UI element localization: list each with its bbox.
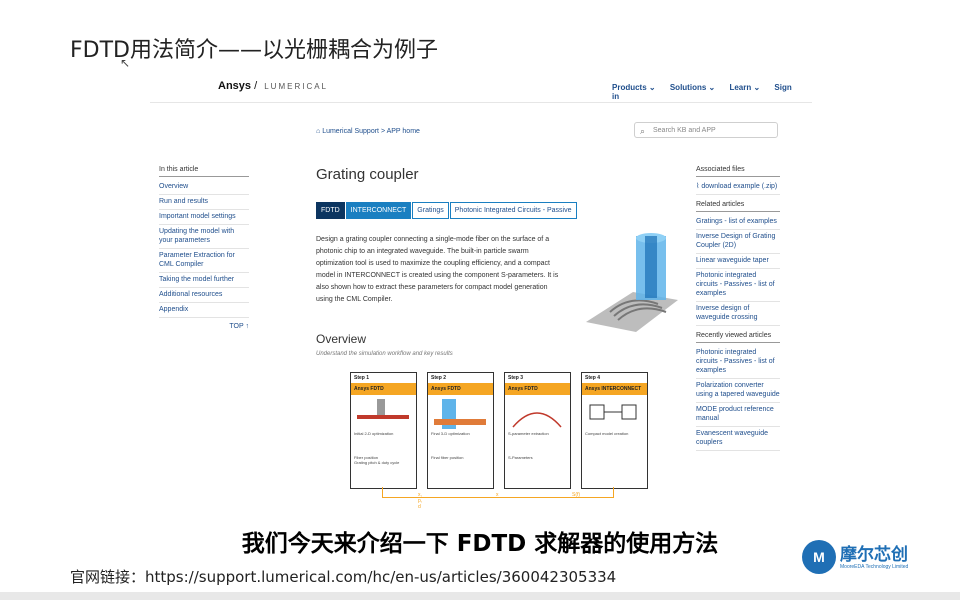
toc-item-extraction[interactable]: Parameter Extraction for CML Compiler bbox=[159, 249, 249, 273]
toc-item-run[interactable]: Run and results bbox=[159, 195, 249, 210]
browser-page: Ansys / LUMERICAL Products ⌄ Solutions ⌄… bbox=[150, 74, 812, 532]
step-caption: Compact model creation bbox=[585, 431, 629, 436]
toc-item-further[interactable]: Taking the model further bbox=[159, 273, 249, 288]
related-item[interactable]: Gratings - list of examples bbox=[696, 215, 780, 230]
step-label: Step 1 bbox=[354, 375, 370, 381]
step-caption: S-parameter extraction bbox=[508, 431, 549, 436]
related-heading: Related articles bbox=[696, 201, 780, 212]
toc-item-resources[interactable]: Additional resources bbox=[159, 288, 249, 303]
nav-solutions[interactable]: Solutions ⌄ bbox=[670, 83, 715, 92]
tag-interconnect[interactable]: INTERCONNECT bbox=[345, 202, 412, 219]
related-item[interactable]: Photonic integrated circuits - Passives … bbox=[696, 269, 780, 302]
brand-name: 摩尔芯创 bbox=[840, 545, 908, 565]
step-caption: Initial 2-D optimization bbox=[354, 431, 394, 436]
moore-eda-logo: M 摩尔芯创 MooreEDA Technology Limited bbox=[800, 536, 928, 580]
article-sidebar: Associated files ⌇ download example (.zi… bbox=[696, 166, 780, 451]
related-item[interactable]: Inverse design of waveguide crossing bbox=[696, 302, 780, 326]
step-2-thumbnail bbox=[434, 399, 486, 429]
brand-english: MooreEDA Technology Limited bbox=[840, 564, 909, 570]
video-progress-strip bbox=[0, 592, 960, 600]
logo-sub: LUMERICAL bbox=[264, 82, 329, 91]
search-input[interactable]: ⌕ Search KB and APP bbox=[634, 122, 778, 138]
brand-mark-icon: M bbox=[802, 540, 836, 574]
download-link[interactable]: ⌇ download example (.zip) bbox=[696, 180, 780, 195]
grating-coupler-illustration bbox=[586, 233, 678, 332]
workflow-label: S(f) bbox=[572, 492, 581, 498]
step-caption: Final 3-D optimization bbox=[431, 431, 470, 436]
step-label: Step 3 bbox=[508, 375, 524, 381]
recent-item[interactable]: MODE product reference manual bbox=[696, 403, 780, 427]
official-link-text: 官网链接：https://support.lumerical.com/hc/en… bbox=[70, 568, 617, 586]
breadcrumb-text[interactable]: Lumerical Support > APP home bbox=[322, 128, 420, 135]
workflow-label: x, p, d bbox=[418, 492, 423, 510]
site-nav: Products ⌄ Solutions ⌄ Learn ⌄ Sign in bbox=[612, 83, 812, 101]
related-item[interactable]: Linear waveguide taper bbox=[696, 254, 780, 269]
workflow-step-1: Step 1 Ansys FDTD Initial 2-D optimizati… bbox=[350, 372, 417, 489]
step-header: Ansys FDTD bbox=[428, 383, 493, 395]
ansys-lumerical-logo[interactable]: Ansys / LUMERICAL bbox=[218, 80, 328, 92]
fiber-core bbox=[645, 236, 657, 298]
logo-main: Ansys bbox=[218, 80, 252, 92]
step-header: Ansys FDTD bbox=[505, 383, 570, 395]
back-to-top-link[interactable]: TOP ↑ bbox=[159, 323, 249, 330]
toc-item-settings[interactable]: Important model settings bbox=[159, 210, 249, 225]
overview-subtitle: Understand the simulation workflow and k… bbox=[316, 351, 453, 357]
step-output: S-Parameters bbox=[508, 455, 533, 460]
article-description: Design a grating coupler connecting a si… bbox=[316, 236, 559, 303]
search-placeholder: Search KB and APP bbox=[653, 127, 716, 134]
step-output: Fiber position Grating pitch & duty cycl… bbox=[354, 455, 400, 465]
logo-separator: / bbox=[254, 80, 258, 92]
toc-item-overview[interactable]: Overview bbox=[159, 180, 249, 195]
recent-item[interactable]: Photonic integrated circuits - Passives … bbox=[696, 346, 780, 379]
step-4-thumbnail bbox=[589, 404, 637, 420]
workflow-step-4: Step 4 Ansys INTERCONNECT Compact model … bbox=[581, 372, 648, 489]
toc-item-appendix[interactable]: Appendix bbox=[159, 303, 249, 318]
toc-heading: In this article bbox=[159, 166, 249, 177]
download-label[interactable]: download example (.zip) bbox=[701, 183, 777, 190]
nav-products[interactable]: Products ⌄ bbox=[612, 83, 656, 92]
recent-item[interactable]: Polarization converter using a tapered w… bbox=[696, 379, 780, 403]
article-title: Grating coupler bbox=[316, 166, 419, 183]
toc: In this article Overview Run and results… bbox=[159, 166, 249, 330]
related-item[interactable]: Inverse Design of Grating Coupler (2D) bbox=[696, 230, 780, 254]
mouse-cursor-icon: ↖ bbox=[120, 56, 131, 70]
step-label: Step 2 bbox=[431, 375, 447, 381]
toc-item-updating[interactable]: Updating the model with your parameters bbox=[159, 225, 249, 249]
files-heading: Associated files bbox=[696, 166, 780, 177]
tag-pic-passive[interactable]: Photonic Integrated Circuits - Passive bbox=[449, 202, 577, 219]
breadcrumb[interactable]: ⌂ Lumerical Support > APP home bbox=[316, 128, 420, 135]
site-header: Ansys / LUMERICAL Products ⌄ Solutions ⌄… bbox=[150, 74, 812, 103]
tag-list: FDTD INTERCONNECT Gratings Photonic Integra… bbox=[316, 202, 578, 219]
step-header: Ansys INTERCONNECT bbox=[582, 383, 647, 395]
workflow-step-2: Step 2 Ansys FDTD Final 3-D optimization… bbox=[427, 372, 494, 489]
overview-title: Overview bbox=[316, 332, 367, 346]
step-1-thumbnail bbox=[357, 399, 409, 419]
step-3-thumbnail bbox=[512, 412, 562, 428]
search-icon: ⌕ bbox=[640, 126, 646, 136]
workflow-label: x bbox=[496, 492, 499, 498]
step-output: Final fiber position bbox=[431, 455, 464, 460]
nav-learn[interactable]: Learn ⌄ bbox=[729, 83, 760, 92]
tag-gratings[interactable]: Gratings bbox=[412, 202, 449, 219]
tag-fdtd[interactable]: FDTD bbox=[316, 202, 345, 219]
recent-heading: Recently viewed articles bbox=[696, 332, 780, 343]
step-header: Ansys FDTD bbox=[351, 383, 416, 395]
step-label: Step 4 bbox=[585, 375, 601, 381]
workflow-step-3: Step 3 Ansys FDTD S-parameter extraction… bbox=[504, 372, 571, 489]
recent-item[interactable]: Evanescent waveguide couplers bbox=[696, 427, 780, 451]
